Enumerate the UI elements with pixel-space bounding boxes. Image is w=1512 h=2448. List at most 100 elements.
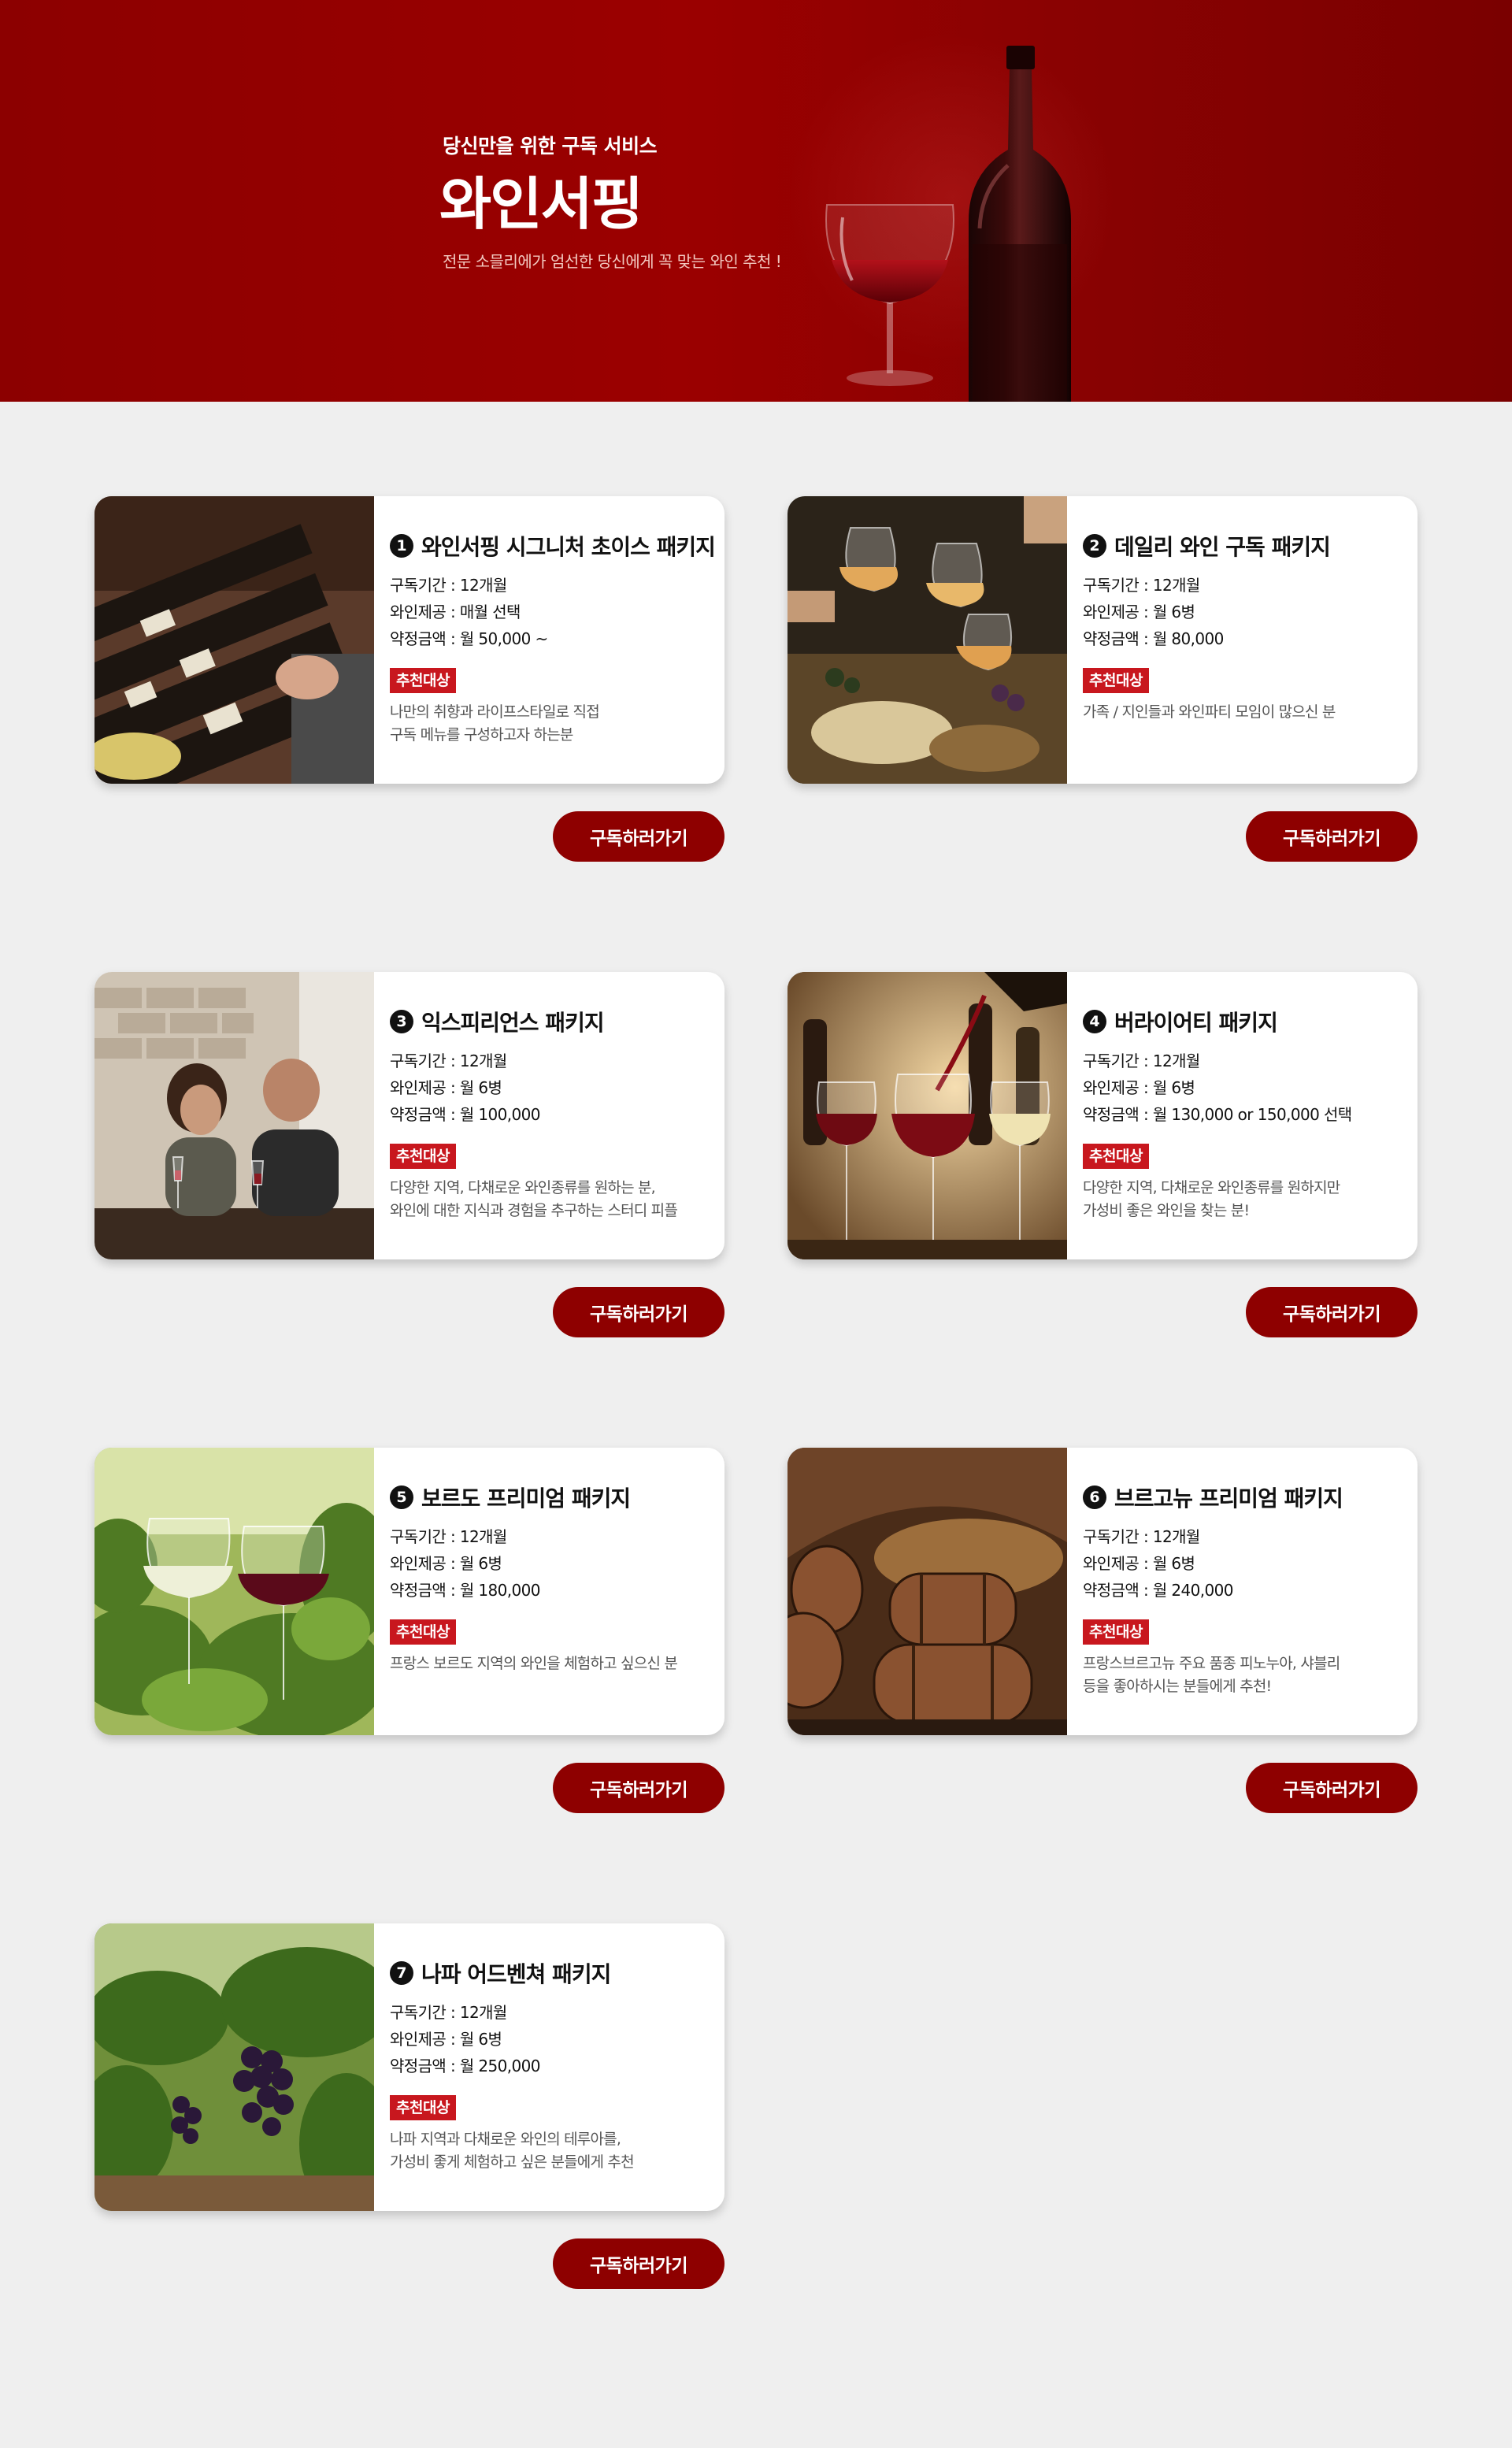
recommend-line-2: 등을 좋아하시는 분들에게 추천! [1083, 1678, 1272, 1695]
package-card-5: 5 보르도 프리미엄 패키지 구독기간 : 12개월 와인제공 : 월 6병 약… [94, 1448, 724, 1813]
wine-toast-party-image [788, 496, 1067, 784]
package-card-1: 1 와인서핑 시그니처 초이스 패키지 구독기간 : 12개월 와인제공 : 매… [94, 496, 724, 862]
recommend-description: 가족 / 지인들과 와인파티 모임이 많으신 분 [1083, 701, 1410, 724]
recommend-badge: 추천대상 [390, 668, 456, 693]
hero-title: 와인서핑 [439, 171, 643, 237]
package-number: 5 [390, 1485, 413, 1509]
wine-supply: 와인제공 : 월 6병 [390, 1078, 502, 1097]
contract-price: 약정금액 : 월 50,000 ~ [390, 629, 548, 648]
recommend-line-2: 가성비 좋게 체험하고 싶은 분들에게 추천 [390, 2153, 635, 2171]
package-card-6: 6 브르고뉴 프리미엄 패키지 구독기간 : 12개월 와인제공 : 월 6병 … [788, 1448, 1418, 1813]
package-number: 1 [390, 534, 413, 558]
package-title: 6 브르고뉴 프리미엄 패키지 [1083, 1482, 1410, 1512]
package-details: 구독기간 : 12개월 와인제공 : 월 6병 약정금액 : 월 100,000 [390, 1048, 717, 1128]
hero-subtitle: 당신만을 위한 구독 서비스 [443, 135, 658, 158]
contract-price: 약정금액 : 월 180,000 [390, 1581, 541, 1600]
package-info: 1 와인서핑 시그니처 초이스 패키지 구독기간 : 12개월 와인제공 : 매… [390, 531, 717, 747]
package-title: 2 데일리 와인 구독 패키지 [1083, 531, 1410, 561]
package-title-text: 나파 어드벤쳐 패키지 [421, 1961, 611, 1987]
recommend-line-1: 다양한 지역, 다채로운 와인종류를 원하지만 [1083, 1179, 1340, 1196]
package-details: 구독기간 : 12개월 와인제공 : 월 6병 약정금액 : 월 250,000 [390, 1999, 717, 2079]
subscribe-button[interactable]: 구독하러가기 [1246, 1763, 1418, 1813]
package-card-2: 2 데일리 와인 구독 패키지 구독기간 : 12개월 와인제공 : 월 6병 … [788, 496, 1418, 862]
package-title: 3 익스피리언스 패키지 [390, 1007, 717, 1037]
package-card: 2 데일리 와인 구독 패키지 구독기간 : 12개월 와인제공 : 월 6병 … [788, 496, 1418, 784]
package-title-text: 데일리 와인 구독 패키지 [1114, 534, 1331, 560]
package-title-text: 버라이어티 패키지 [1114, 1010, 1278, 1036]
wine-supply: 와인제공 : 월 6병 [390, 2030, 502, 2049]
package-title-text: 익스피리언스 패키지 [421, 1010, 605, 1036]
recommend-badge: 추천대상 [390, 2095, 456, 2120]
package-details: 구독기간 : 12개월 와인제공 : 월 6병 약정금액 : 월 180,000 [390, 1523, 717, 1604]
package-number: 3 [390, 1010, 413, 1033]
package-title: 7 나파 어드벤쳐 패키지 [390, 1958, 717, 1988]
contract-price: 약정금액 : 월 130,000 or 150,000 선택 [1083, 1105, 1352, 1124]
package-details: 구독기간 : 12개월 와인제공 : 월 6병 약정금액 : 월 130,000… [1083, 1048, 1410, 1128]
recommend-badge: 추천대상 [1083, 668, 1149, 693]
subscription-period: 구독기간 : 12개월 [390, 1527, 507, 1546]
package-card-4: 4 버라이어티 패키지 구독기간 : 12개월 와인제공 : 월 6병 약정금액… [788, 972, 1418, 1337]
subscribe-button[interactable]: 구독하러가기 [1246, 811, 1418, 862]
package-card: 5 보르도 프리미엄 패키지 구독기간 : 12개월 와인제공 : 월 6병 약… [94, 1448, 724, 1735]
package-number: 4 [1083, 1010, 1106, 1033]
package-details: 구독기간 : 12개월 와인제공 : 월 6병 약정금액 : 월 80,000 [1083, 572, 1410, 652]
wine-glass-bottle-image [825, 46, 1071, 402]
recommend-description: 나파 지역과 다채로운 와인의 테루아를, 가성비 좋게 체험하고 싶은 분들에… [390, 2128, 717, 2174]
recommend-line-1: 나파 지역과 다채로운 와인의 테루아를, [390, 2131, 621, 2148]
wine-bottle-shelf-image [94, 496, 374, 784]
wine-pouring-illustration [788, 972, 1067, 1259]
wine-supply: 와인제공 : 월 6병 [1083, 1554, 1195, 1573]
subscribe-button[interactable]: 구독하러가기 [1246, 1287, 1418, 1337]
wine-tasting-illustration [94, 972, 374, 1259]
contract-price: 약정금액 : 월 100,000 [390, 1105, 541, 1124]
recommend-line-2: 구독 메뉴를 구성하고자 하는분 [390, 726, 573, 744]
grape-vineyard-illustration [94, 1923, 374, 2211]
wine-cellar-barrels-image [788, 1448, 1067, 1735]
recommend-line-1: 다양한 지역, 다채로운 와인종류를 원하는 분, [390, 1179, 656, 1196]
contract-price: 약정금액 : 월 250,000 [390, 2057, 541, 2075]
wine-cellar-illustration [788, 1448, 1067, 1735]
vineyard-glasses-image [94, 1448, 374, 1735]
package-details: 구독기간 : 12개월 와인제공 : 매월 선택 약정금액 : 월 50,000… [390, 572, 717, 652]
recommend-badge: 추천대상 [390, 1619, 456, 1645]
grape-vineyard-image [94, 1923, 374, 2211]
package-number: 2 [1083, 534, 1106, 558]
recommend-line-1: 나만의 취향과 라이프스타일로 직접 [390, 703, 600, 721]
wine-tasting-couple-image [94, 972, 374, 1259]
recommend-badge: 추천대상 [1083, 1144, 1149, 1169]
recommend-line-2: 가성비 좋은 와인을 찾는 분! [1083, 1202, 1250, 1219]
subscribe-button[interactable]: 구독하러가기 [553, 2238, 724, 2289]
subscribe-button[interactable]: 구독하러가기 [553, 1763, 724, 1813]
subscribe-button[interactable]: 구독하러가기 [553, 1287, 724, 1337]
subscription-period: 구독기간 : 12개월 [390, 2003, 507, 2022]
package-card: 3 익스피리언스 패키지 구독기간 : 12개월 와인제공 : 월 6병 약정금… [94, 972, 724, 1259]
subscribe-button[interactable]: 구독하러가기 [553, 811, 724, 862]
package-info: 3 익스피리언스 패키지 구독기간 : 12개월 와인제공 : 월 6병 약정금… [390, 1007, 717, 1222]
contract-price: 약정금액 : 월 80,000 [1083, 629, 1224, 648]
package-card: 6 브르고뉴 프리미엄 패키지 구독기간 : 12개월 와인제공 : 월 6병 … [788, 1448, 1418, 1735]
contract-price: 약정금액 : 월 240,000 [1083, 1581, 1234, 1600]
subscription-period: 구독기간 : 12개월 [1083, 1052, 1200, 1070]
package-title: 1 와인서핑 시그니처 초이스 패키지 [390, 531, 717, 561]
recommend-line-1: 프랑스브르고뉴 주요 품종 피노누아, 샤블리 [1083, 1655, 1340, 1672]
subscription-period: 구독기간 : 12개월 [1083, 576, 1200, 595]
package-title-text: 브르고뉴 프리미엄 패키지 [1114, 1485, 1343, 1511]
package-info: 4 버라이어티 패키지 구독기간 : 12개월 와인제공 : 월 6병 약정금액… [1083, 1007, 1410, 1222]
package-card: 4 버라이어티 패키지 구독기간 : 12개월 와인제공 : 월 6병 약정금액… [788, 972, 1418, 1259]
recommend-description: 나만의 취향과 라이프스타일로 직접 구독 메뉴를 구성하고자 하는분 [390, 701, 717, 747]
recommend-description: 프랑스브르고뉴 주요 품종 피노누아, 샤블리 등을 좋아하시는 분들에게 추천… [1083, 1652, 1410, 1698]
wine-bottle-shelf-illustration [94, 496, 374, 784]
recommend-badge: 추천대상 [390, 1144, 456, 1169]
package-title: 5 보르도 프리미엄 패키지 [390, 1482, 717, 1512]
package-info: 5 보르도 프리미엄 패키지 구독기간 : 12개월 와인제공 : 월 6병 약… [390, 1482, 717, 1675]
wine-supply: 와인제공 : 월 6병 [1083, 1078, 1195, 1097]
wine-supply: 와인제공 : 월 6병 [1083, 603, 1195, 621]
package-card: 7 나파 어드벤쳐 패키지 구독기간 : 12개월 와인제공 : 월 6병 약정… [94, 1923, 724, 2211]
package-card-7: 7 나파 어드벤쳐 패키지 구독기간 : 12개월 와인제공 : 월 6병 약정… [94, 1923, 724, 2289]
wine-supply: 와인제공 : 매월 선택 [390, 603, 521, 621]
subscription-period: 구독기간 : 12개월 [390, 1052, 507, 1070]
package-card-3: 3 익스피리언스 패키지 구독기간 : 12개월 와인제공 : 월 6병 약정금… [94, 972, 724, 1337]
recommend-line-1: 프랑스 보르도 지역의 와인을 체험하고 싶으신 분 [390, 1655, 678, 1672]
wine-pouring-glasses-image [788, 972, 1067, 1259]
package-card: 1 와인서핑 시그니처 초이스 패키지 구독기간 : 12개월 와인제공 : 매… [94, 496, 724, 784]
